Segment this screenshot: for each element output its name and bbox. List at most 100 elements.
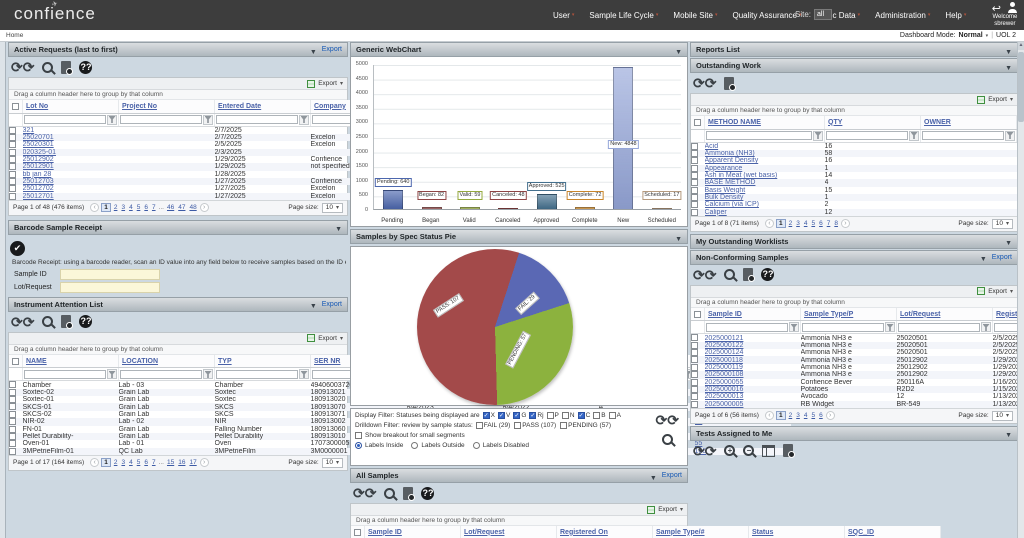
page-link[interactable]: 8 bbox=[833, 220, 839, 227]
scroll-up-icon[interactable]: ▲ bbox=[1018, 42, 1024, 50]
page-link[interactable]: 3 bbox=[795, 220, 801, 227]
column-filter-input[interactable] bbox=[706, 131, 812, 140]
page-link[interactable]: 5 bbox=[136, 204, 142, 211]
page-link[interactable]: 7 bbox=[826, 220, 832, 227]
menu-item-sample-life-cycle[interactable]: Sample Life Cycle ▾ bbox=[589, 11, 658, 20]
filter-funnel-button[interactable] bbox=[107, 369, 117, 380]
bar-approved[interactable] bbox=[536, 193, 557, 209]
filter-funnel-button[interactable] bbox=[1005, 130, 1015, 141]
cell-link[interactable]: 321 bbox=[23, 127, 35, 134]
row-checkbox[interactable] bbox=[9, 133, 16, 141]
page-link[interactable]: 2 bbox=[113, 204, 119, 211]
row-checkbox[interactable] bbox=[9, 141, 16, 149]
table-row[interactable]: 2025000122Ammonia NH3 e250205012/5/2025V… bbox=[691, 341, 1024, 350]
status-checkbox[interactable]: ✓ bbox=[498, 412, 505, 419]
row-checkbox[interactable] bbox=[691, 193, 698, 201]
page-link[interactable]: 2 bbox=[788, 412, 794, 419]
column-filter-input[interactable] bbox=[826, 131, 908, 140]
row-checkbox[interactable] bbox=[9, 381, 16, 389]
filter-funnel-button[interactable] bbox=[981, 322, 991, 333]
prev-page-button[interactable] bbox=[764, 411, 774, 421]
page-size-select[interactable]: 10 bbox=[991, 218, 1013, 229]
cell-link[interactable]: 2025000121 bbox=[705, 335, 744, 342]
cell-link[interactable]: Basis Weight bbox=[705, 187, 746, 194]
row-checkbox[interactable] bbox=[9, 163, 16, 171]
doc-icon[interactable] bbox=[724, 76, 737, 91]
row-checkbox[interactable] bbox=[691, 356, 698, 364]
page-link[interactable]: 2 bbox=[788, 220, 794, 227]
cell-link[interactable]: 25020301 bbox=[23, 141, 54, 148]
zoom-out-icon[interactable]: − bbox=[743, 445, 755, 457]
bar-valid[interactable] bbox=[459, 207, 480, 209]
page-link[interactable]: 6 bbox=[143, 459, 149, 466]
column-header[interactable]: LOCATION bbox=[122, 358, 158, 365]
column-header[interactable]: Registered On bbox=[560, 529, 608, 536]
menu-item-mobile-site[interactable]: Mobile Site ▾ bbox=[673, 11, 717, 20]
table-row[interactable]: Ash in Meat (wet basis) 14 bbox=[691, 171, 1017, 179]
non-conforming-header[interactable]: Non-Conforming Samples Export bbox=[690, 248, 1018, 266]
zoom-icon[interactable] bbox=[384, 487, 396, 499]
column-filter-input[interactable] bbox=[898, 322, 980, 332]
row-checkbox[interactable] bbox=[691, 171, 698, 179]
filter-funnel-button[interactable] bbox=[203, 369, 213, 380]
column-header[interactable]: METHOD NAME bbox=[708, 119, 761, 126]
row-checkbox[interactable] bbox=[691, 363, 698, 371]
select-all-checkbox[interactable] bbox=[12, 357, 19, 365]
refresh-icon[interactable]: ⟳ bbox=[11, 60, 35, 74]
pie-chart[interactable]: FAIL: 29 PENDING: 57 PASS: 107 bbox=[417, 249, 573, 405]
cell-link[interactable]: 25012703 bbox=[23, 178, 54, 185]
table-row[interactable]: 2025000119 Ammonia NH3 e 25012902 1/29/2025… bbox=[691, 363, 1024, 371]
cell-link[interactable]: Caliper bbox=[705, 209, 727, 216]
row-checkbox[interactable] bbox=[691, 186, 698, 194]
menu-item-quality-assurance[interactable]: Quality Assurance ▾ bbox=[733, 11, 802, 20]
zoom-in-icon[interactable]: + bbox=[724, 445, 736, 457]
page-link[interactable]: 3 bbox=[120, 204, 126, 211]
page-link[interactable]: 4 bbox=[803, 220, 809, 227]
row-checkbox[interactable] bbox=[9, 148, 16, 156]
row-checkbox[interactable] bbox=[691, 341, 698, 349]
collapse-icon[interactable] bbox=[980, 248, 987, 266]
next-page-button[interactable] bbox=[840, 219, 850, 229]
page-link[interactable]: 6 bbox=[818, 412, 824, 419]
zoom-icon[interactable] bbox=[724, 269, 736, 281]
filter-funnel-button[interactable] bbox=[299, 114, 309, 125]
page-link[interactable]: 16 bbox=[177, 459, 186, 466]
page-link[interactable]: 7 bbox=[151, 204, 157, 211]
column-header[interactable]: QTY bbox=[828, 119, 842, 126]
cell-link[interactable]: Acid bbox=[705, 143, 719, 150]
column-header[interactable]: TYP bbox=[218, 358, 232, 365]
menu-item-user[interactable]: User ▾ bbox=[553, 11, 574, 20]
bar-new[interactable] bbox=[613, 67, 634, 209]
page-link[interactable]: 48 bbox=[188, 204, 197, 211]
barcode-receipt-header[interactable]: Barcode Sample Receipt bbox=[8, 218, 348, 236]
page-link[interactable]: 6 bbox=[143, 204, 149, 211]
left-collapse-strip[interactable] bbox=[0, 42, 6, 538]
outstanding-work-header[interactable]: Outstanding Work bbox=[690, 58, 1018, 73]
column-filter-input[interactable] bbox=[24, 369, 106, 379]
table-row[interactable]: Ammonia (NH3) 58 bbox=[691, 149, 1017, 158]
sample-id-input[interactable] bbox=[60, 268, 160, 280]
page-link[interactable]: 47 bbox=[177, 204, 186, 211]
page-size-select[interactable]: 10 bbox=[321, 202, 343, 213]
label-position-radio[interactable] bbox=[472, 442, 480, 450]
column-header[interactable]: Company bbox=[314, 103, 346, 110]
status-checkbox[interactable] bbox=[546, 412, 554, 419]
row-checkbox[interactable] bbox=[691, 393, 698, 401]
help-icon[interactable]: ? bbox=[761, 268, 775, 282]
collapse-icon[interactable] bbox=[1005, 232, 1012, 250]
cell-link[interactable]: 25012901 bbox=[23, 163, 54, 170]
filter-funnel-button[interactable] bbox=[203, 114, 213, 125]
page-link[interactable]: 15 bbox=[166, 459, 175, 466]
row-checkbox[interactable] bbox=[9, 447, 16, 455]
collapse-icon[interactable] bbox=[650, 467, 657, 485]
menu-item-administration[interactable]: Administration ▾ bbox=[875, 11, 930, 20]
zoom-icon[interactable] bbox=[42, 316, 54, 328]
status-checkbox[interactable]: ✓ bbox=[513, 412, 521, 419]
table-row[interactable]: 2025000124Ammonia NH3 e250205012/5/2025V… bbox=[691, 349, 1024, 356]
row-checkbox[interactable] bbox=[9, 192, 16, 200]
page-link[interactable]: 5 bbox=[810, 220, 816, 227]
bar-pending[interactable] bbox=[383, 190, 404, 209]
collapse-icon[interactable] bbox=[335, 218, 342, 236]
cell-link[interactable]: Ammonia (NH3) bbox=[705, 150, 755, 157]
column-header[interactable]: Lot No bbox=[26, 103, 48, 110]
